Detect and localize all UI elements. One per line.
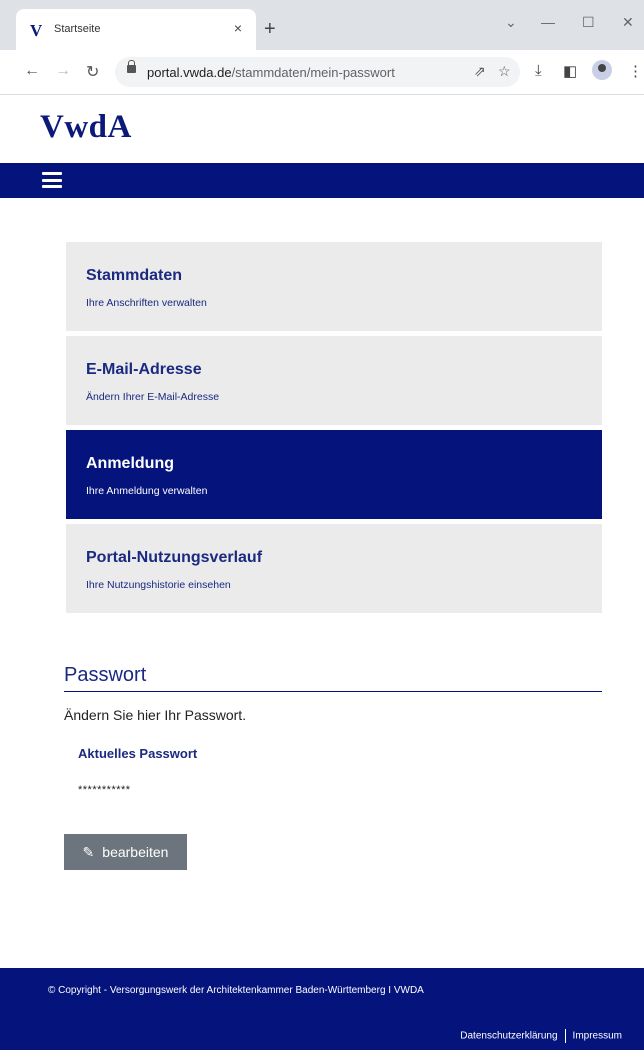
tab-search-icon[interactable]: ⌄	[505, 14, 517, 31]
footer-links: Datenschutzerklärung Impressum	[460, 1029, 622, 1043]
favicon-icon: V	[30, 21, 43, 40]
main-navbar	[0, 163, 644, 198]
tab-title: Startseite	[54, 23, 101, 35]
card-subtitle: Ihre Anmeldung verwalten	[86, 485, 208, 497]
site-footer: © Copyright - Versorgungswerk der Archit…	[0, 968, 644, 1050]
menu-icon[interactable]: ⋮	[628, 62, 643, 80]
footer-divider	[564, 1029, 566, 1043]
profile-icon[interactable]	[592, 60, 612, 80]
site-logo[interactable]: VwdA	[40, 109, 132, 146]
new-tab-button[interactable]: +	[264, 19, 276, 39]
section-title: Passwort	[64, 664, 602, 692]
browser-tab[interactable]: V Startseite ×	[16, 9, 256, 50]
url-text: portal.vwda.de/stammdaten/mein-passwort	[147, 65, 395, 80]
reload-icon[interactable]: ↻	[86, 62, 99, 82]
privacy-link[interactable]: Datenschutzerklärung	[460, 1031, 557, 1042]
card-title: E-Mail-Adresse	[86, 361, 202, 378]
card-title: Stammdaten	[86, 267, 183, 284]
download-icon[interactable]: ⤓	[535, 62, 542, 79]
edit-icon: ✎	[82, 843, 95, 860]
card-subtitle: Ihre Nutzungshistorie einsehen	[86, 579, 231, 591]
account-cards: Stammdaten Ihre Anschriften verwalten E-…	[66, 242, 602, 618]
edit-password-button[interactable]: ✎ bearbeiten	[64, 834, 187, 870]
tab-close-icon[interactable]: ×	[234, 20, 242, 36]
browser-tabbar: V Startseite × + ⌄ — ☐ ✕	[0, 0, 644, 50]
star-icon[interactable]: ☆	[498, 63, 511, 80]
back-icon[interactable]: ←	[24, 62, 40, 80]
browser-toolbar: ← → ↻ portal.vwda.de/stammdaten/mein-pas…	[0, 50, 644, 95]
copyright-text: © Copyright - Versorgungswerk der Archit…	[48, 985, 424, 996]
close-window-icon[interactable]: ✕	[622, 14, 634, 31]
site-header: VwdA	[0, 95, 644, 163]
address-bar[interactable]: portal.vwda.de/stammdaten/mein-passwort …	[115, 57, 520, 87]
current-password-label: Aktuelles Passwort	[78, 746, 198, 761]
edit-button-label: bearbeiten	[102, 844, 169, 860]
imprint-link[interactable]: Impressum	[573, 1031, 622, 1042]
share-icon[interactable]: ⇗	[474, 63, 486, 80]
current-password-value: ***********	[78, 784, 131, 796]
sidepanel-icon[interactable]: ◧	[563, 62, 577, 80]
hamburger-menu-icon[interactable]	[42, 172, 62, 188]
card-email[interactable]: E-Mail-Adresse Ändern Ihrer E-Mail-Adres…	[66, 336, 602, 425]
section-description: Ändern Sie hier Ihr Passwort.	[64, 707, 247, 723]
card-title: Portal-Nutzungsverlauf	[86, 549, 263, 566]
card-nutzungsverlauf[interactable]: Portal-Nutzungsverlauf Ihre Nutzungshist…	[66, 524, 602, 613]
card-subtitle: Ändern Ihrer E-Mail-Adresse	[86, 391, 220, 403]
card-anmeldung[interactable]: Anmeldung Ihre Anmeldung verwalten	[66, 430, 602, 519]
minimize-icon[interactable]: —	[541, 14, 555, 30]
card-stammdaten[interactable]: Stammdaten Ihre Anschriften verwalten	[66, 242, 602, 331]
card-title: Anmeldung	[86, 455, 174, 472]
forward-icon[interactable]: →	[55, 62, 71, 80]
card-subtitle: Ihre Anschriften verwalten	[86, 297, 207, 309]
lock-icon[interactable]	[127, 60, 136, 73]
maximize-icon[interactable]: ☐	[582, 14, 595, 31]
